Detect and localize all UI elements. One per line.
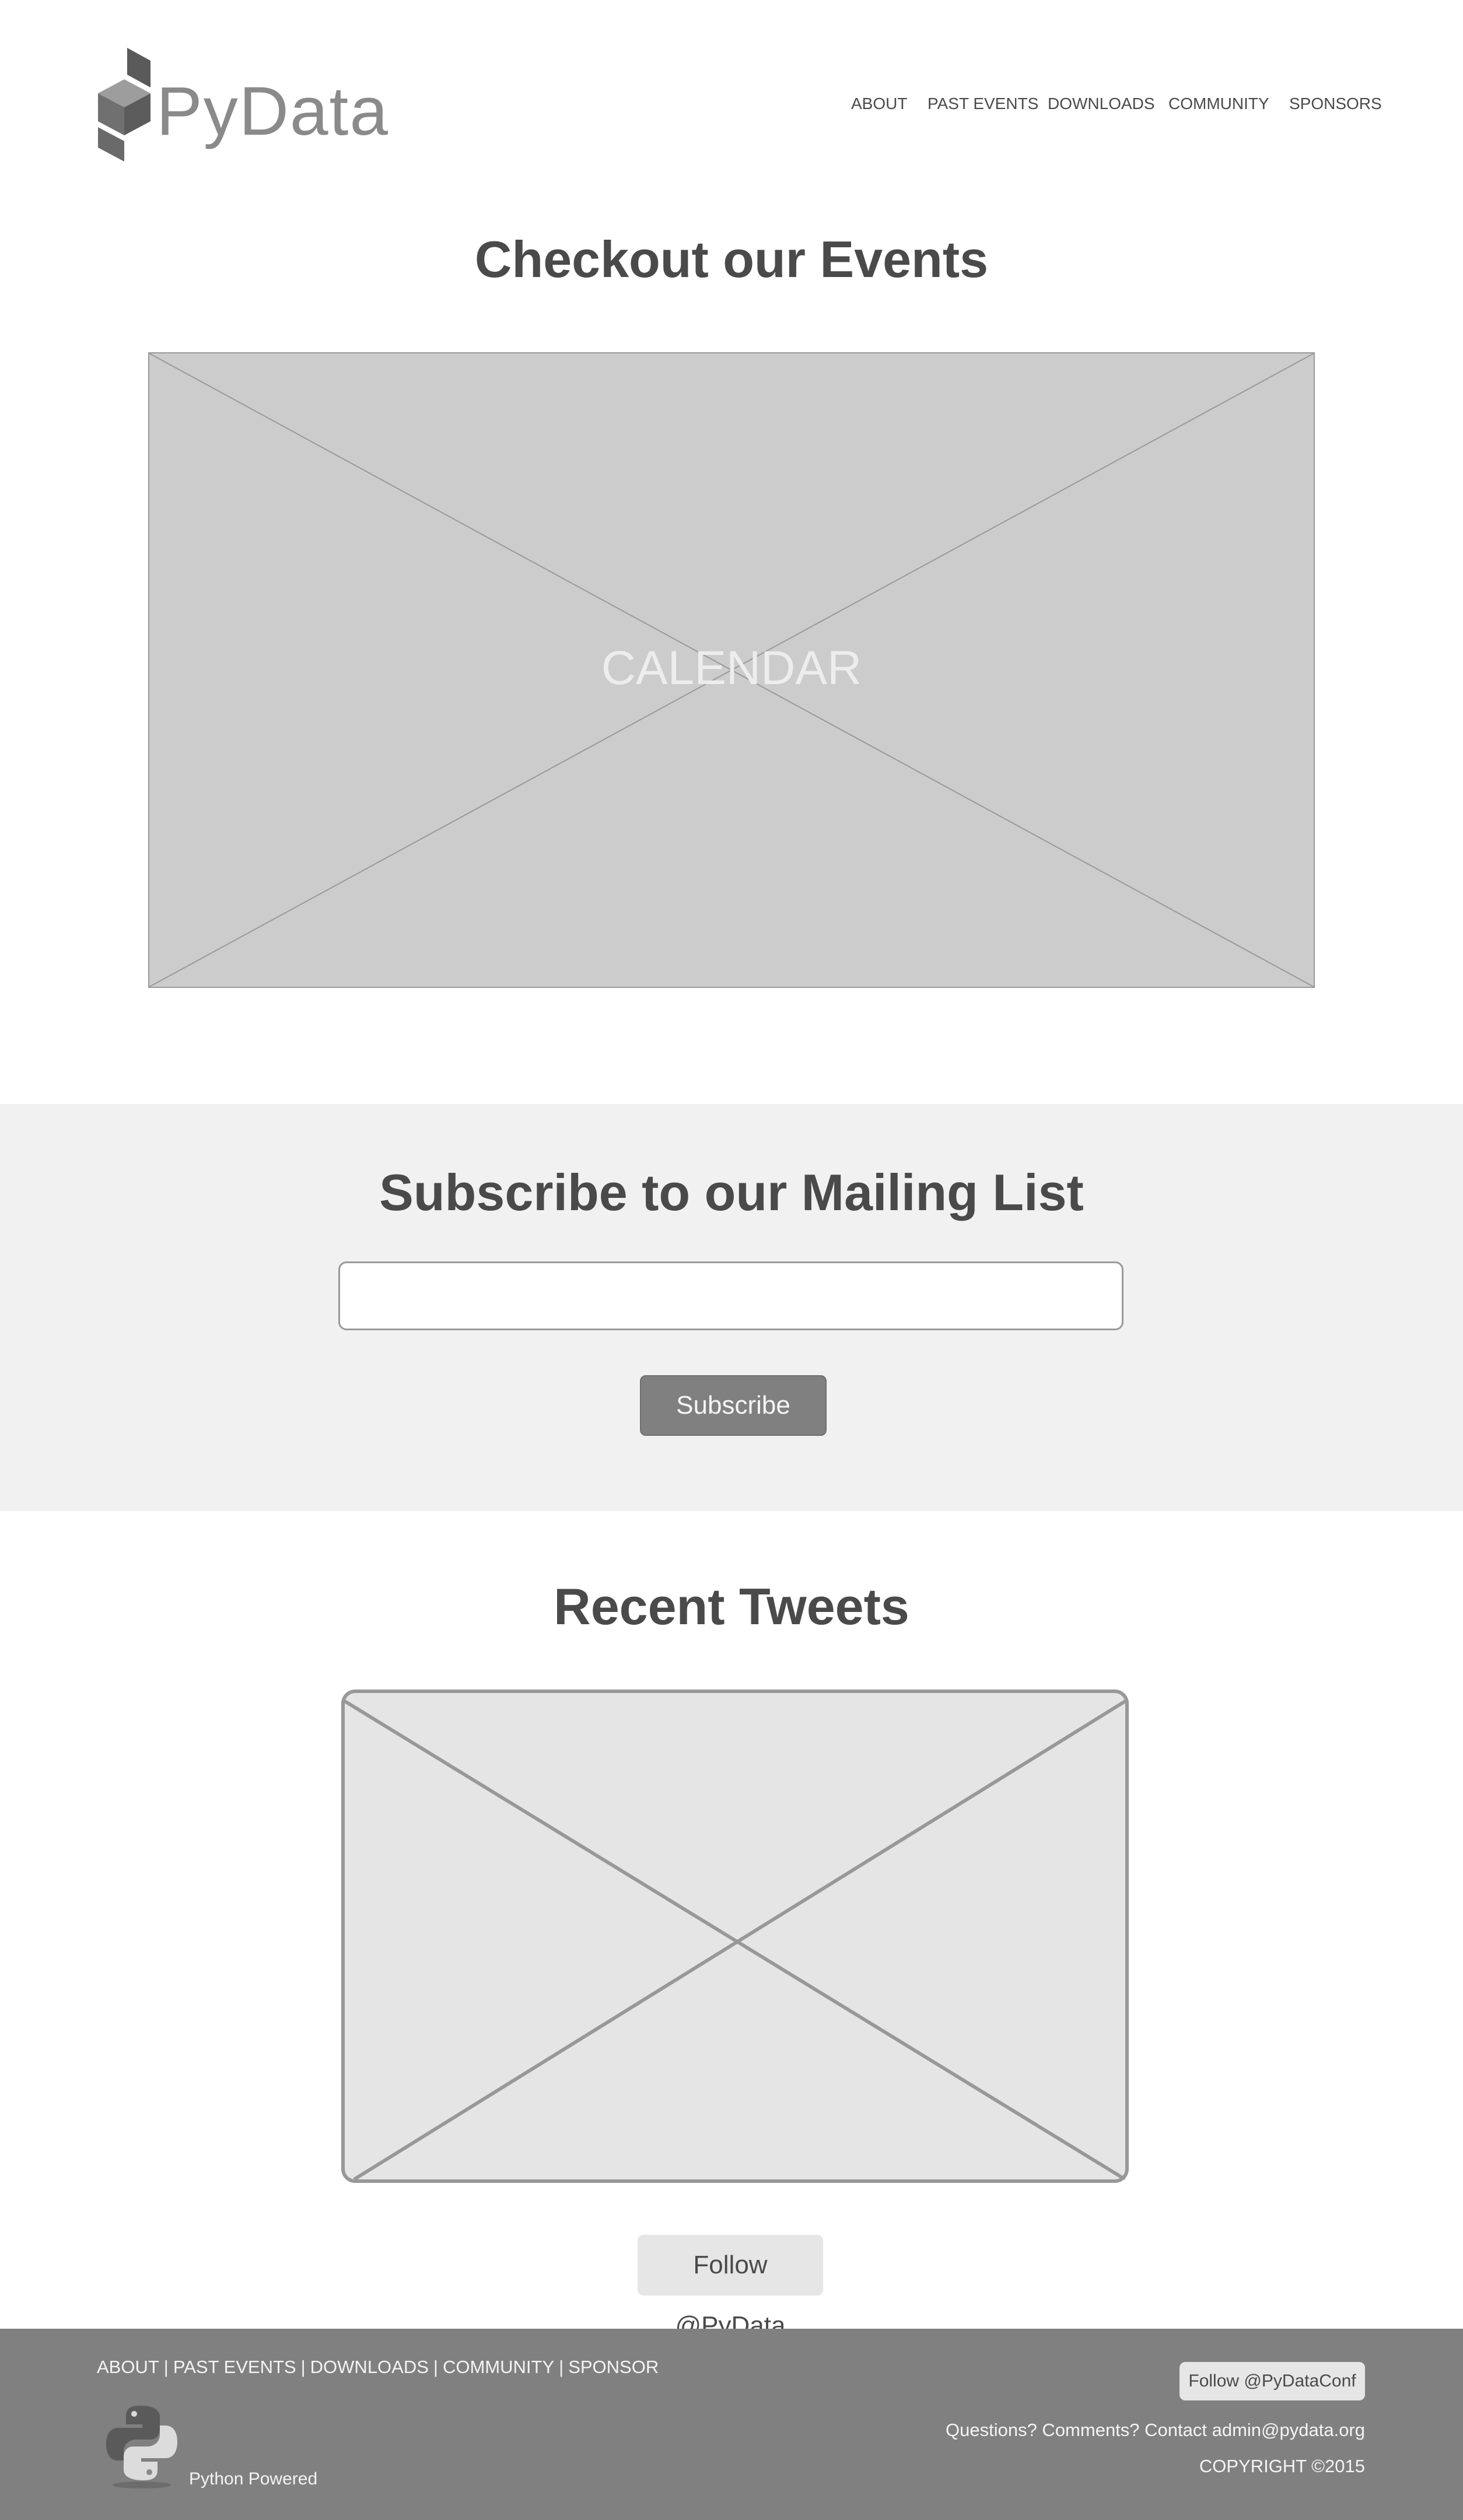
footer-link-sponsor[interactable]: SPONSOR: [568, 2356, 659, 2379]
footer-separator: |: [300, 2357, 306, 2377]
nav-past-events[interactable]: PAST EVENTS: [928, 92, 1038, 115]
calendar-label: CALENDAR: [601, 642, 862, 695]
calendar-placeholder[interactable]: CALENDAR: [148, 352, 1315, 988]
pydata-logo[interactable]: PyData: [98, 48, 388, 162]
subscribe-button[interactable]: Subscribe: [640, 1375, 827, 1436]
footer-separator: |: [433, 2357, 438, 2377]
nav-downloads[interactable]: DOWNLOADS: [1048, 92, 1155, 115]
pydata-cube-icon: [98, 48, 150, 162]
python-powered-label: Python Powered: [189, 2469, 318, 2489]
footer-separator: |: [559, 2357, 564, 2377]
footer-link-community[interactable]: COMMUNITY: [443, 2356, 554, 2379]
nav-about[interactable]: ABOUT: [851, 92, 907, 115]
python-logo-icon: [106, 2406, 177, 2489]
logo-wordmark: PyData: [156, 73, 389, 150]
footer-separator: |: [163, 2357, 169, 2377]
nav-sponsors[interactable]: SPONSORS: [1289, 92, 1382, 115]
follow-pydataconf-button[interactable]: Follow @PyDataConf: [1180, 2362, 1365, 2400]
footer-link-about[interactable]: ABOUT: [97, 2356, 159, 2379]
subscribe-title: Subscribe to our Mailing List: [379, 1163, 1084, 1221]
nav-community[interactable]: COMMUNITY: [1168, 92, 1269, 115]
follow-pydata-button[interactable]: Follow @PyData: [638, 2235, 823, 2340]
footer-links: ABOUT | PAST EVENTS | DOWNLOADS | COMMUNITY | SP…: [97, 2356, 659, 2379]
events-title: Checkout our Events: [474, 230, 989, 288]
placeholder-cross-icon: [345, 1699, 1125, 2179]
footer-link-past-events[interactable]: PAST EVENTS: [173, 2356, 296, 2379]
contact-text: Questions? Comments? Contact admin@pydat…: [946, 2420, 1365, 2440]
tweets-placeholder: [341, 1690, 1129, 2183]
copyright-text: COPYRIGHT ©2015: [1199, 2456, 1365, 2476]
email-field[interactable]: [338, 1261, 1124, 1330]
footer-link-downloads[interactable]: DOWNLOADS: [310, 2356, 429, 2379]
tweets-title: Recent Tweets: [554, 1578, 909, 1635]
footer: ABOUT | PAST EVENTS | DOWNLOADS | COMMUNITY | SP…: [0, 2329, 1463, 2520]
